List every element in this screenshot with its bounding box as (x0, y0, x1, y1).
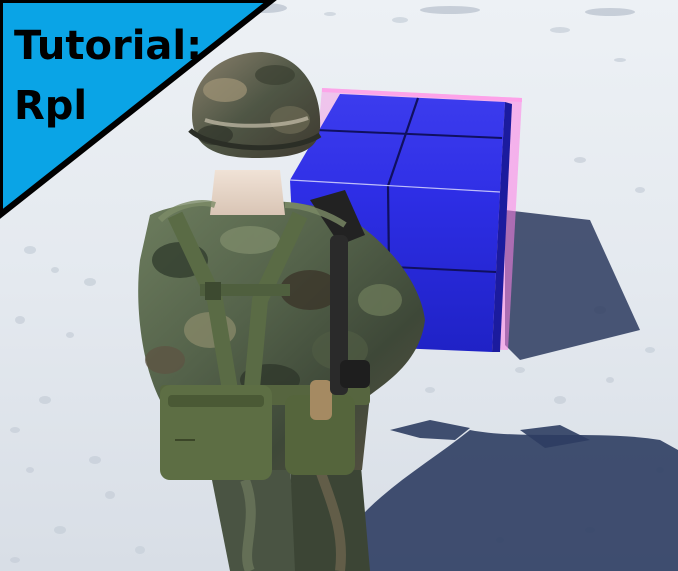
game-viewport[interactable]: Tutorial: Rpl (0, 0, 678, 571)
scene-render (0, 0, 678, 571)
